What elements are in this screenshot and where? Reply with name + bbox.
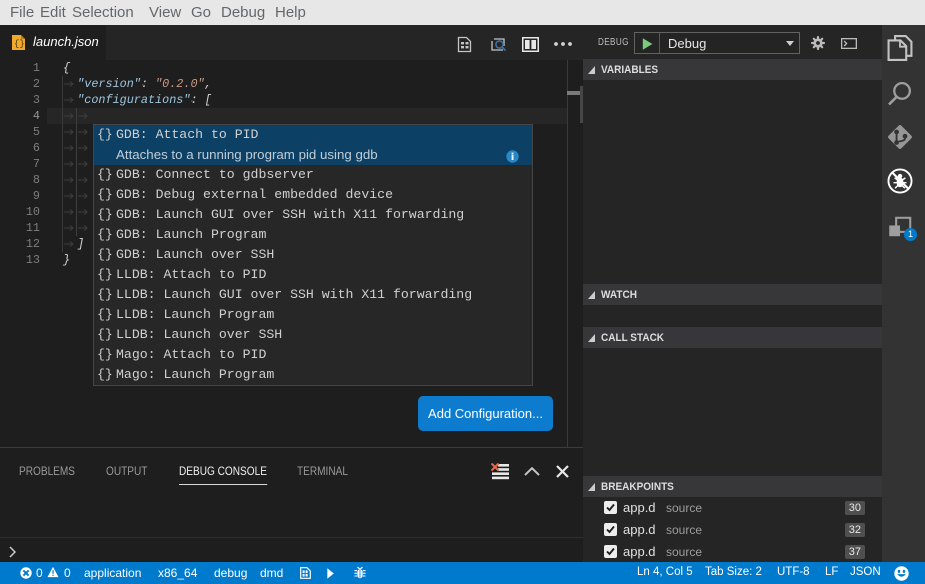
svg-text:{}: {} <box>14 39 25 49</box>
